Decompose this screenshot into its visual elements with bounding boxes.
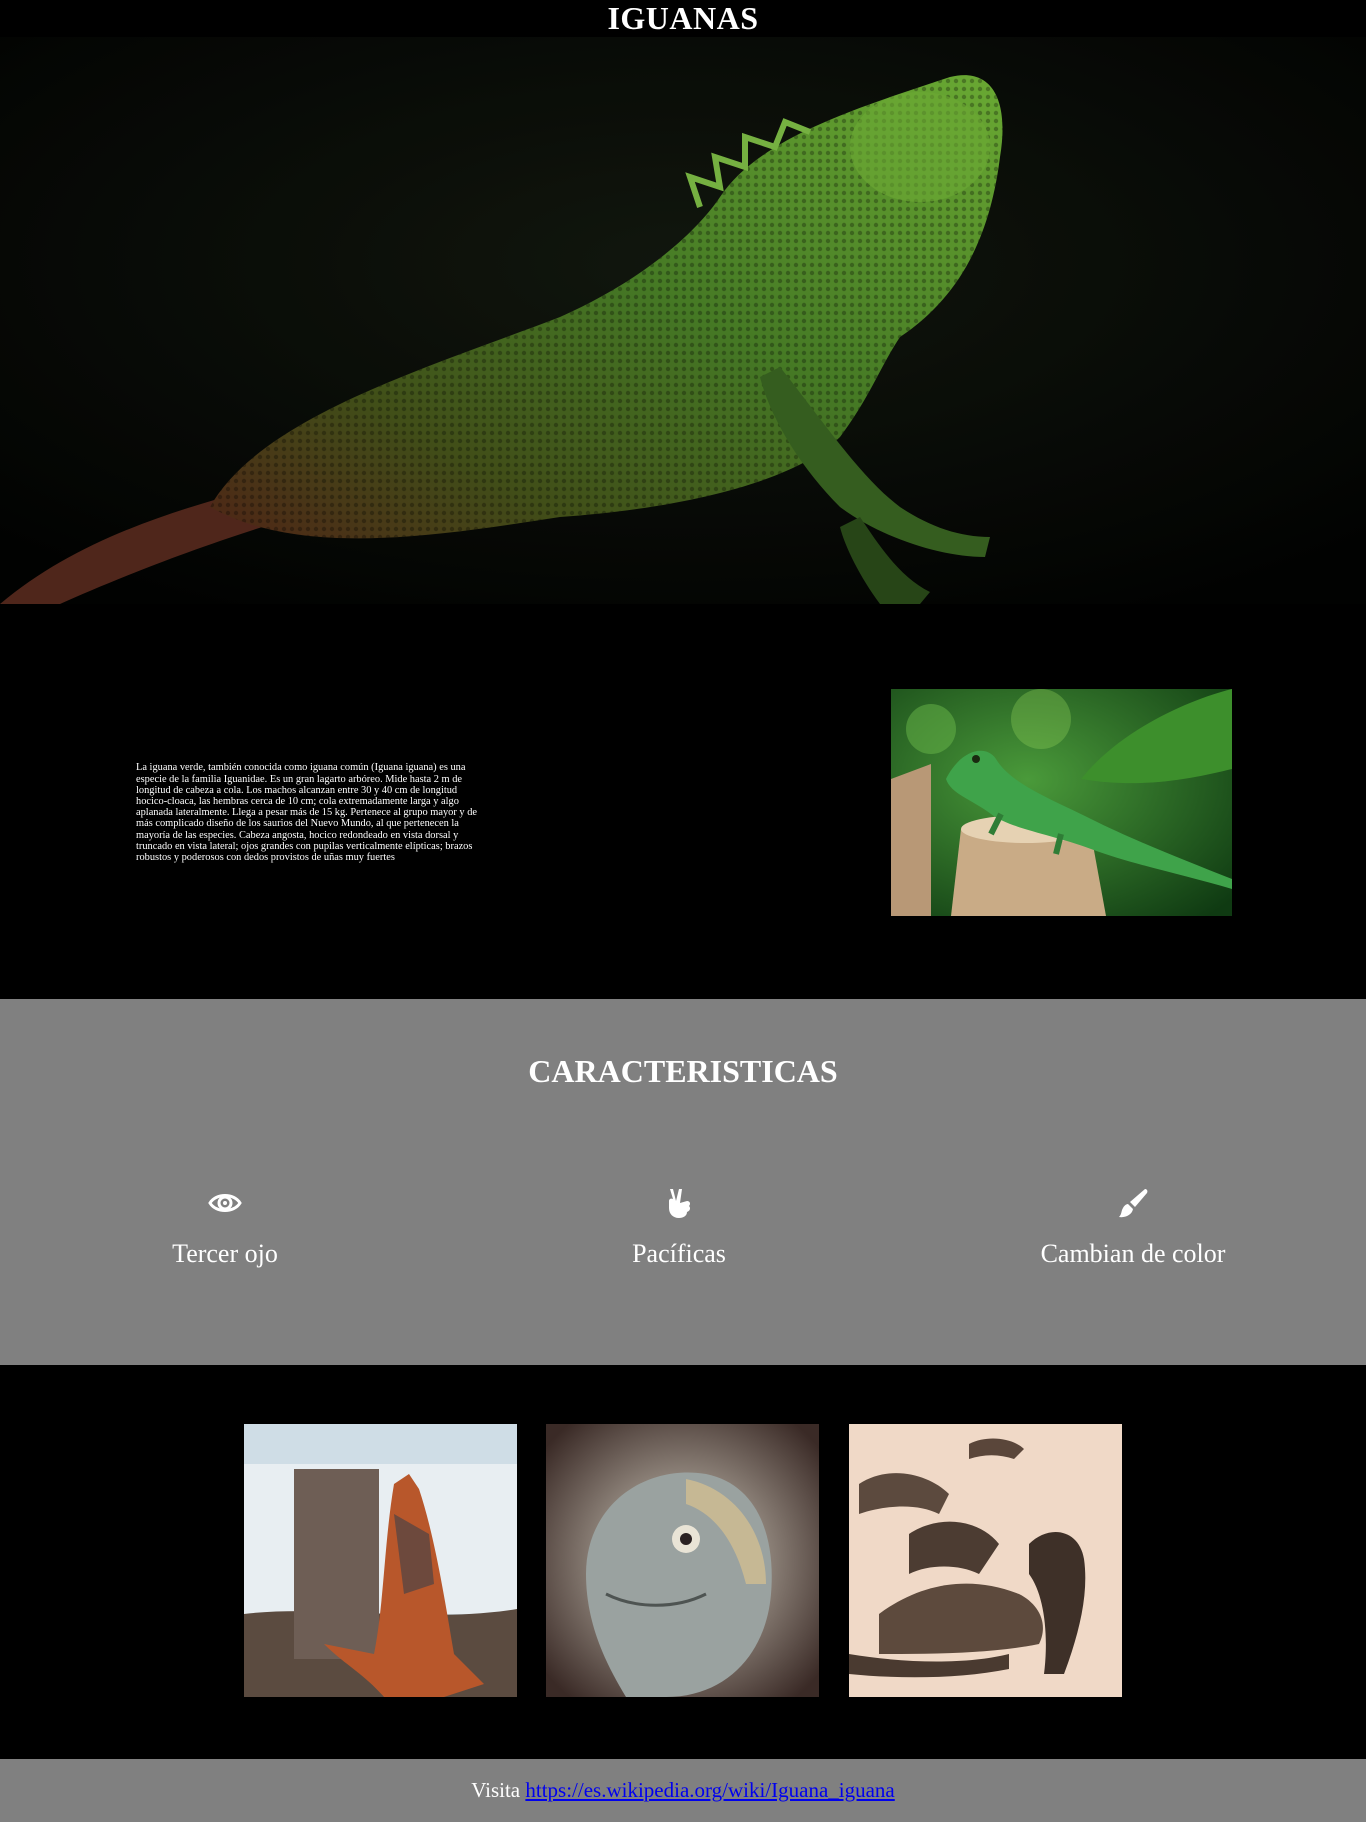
feature-label: Tercer ojo — [172, 1239, 278, 1268]
features-title: CARACTERISTICAS — [528, 1053, 838, 1089]
features-section: CARACTERISTICAS Tercer ojo Pacíficas Cam… — [0, 999, 1366, 1365]
hero-iguana-photo — [0, 37, 1366, 604]
footer-prefix: Visita — [471, 1778, 521, 1802]
gallery-photo-iguana-face — [546, 1424, 819, 1697]
feature-label: Cambian de color — [1040, 1239, 1226, 1268]
feature-third-eye: Tercer ojo — [75, 1183, 375, 1269]
site-footer: Visita https://es.wikipedia.org/wiki/Igu… — [0, 1759, 1366, 1822]
site-header: IGUANAS — [0, 0, 1366, 37]
intro-section: La iguana verde, también conocida como i… — [0, 604, 1366, 999]
paint-brush-icon — [983, 1183, 1283, 1223]
peace-hand-icon — [529, 1183, 829, 1223]
photo-gallery — [0, 1365, 1366, 1759]
hero-banner-image — [0, 37, 1366, 604]
feature-label: Pacíficas — [632, 1239, 726, 1268]
wikipedia-link[interactable]: https://es.wikipedia.org/wiki/Iguana_igu… — [525, 1778, 894, 1802]
feature-peaceful: Pacíficas — [529, 1183, 829, 1269]
page-title: IGUANAS — [607, 0, 759, 36]
gallery-photo-iguana-group — [849, 1424, 1122, 1697]
eye-icon — [75, 1183, 375, 1223]
feature-color-change: Cambian de color — [983, 1183, 1283, 1269]
gallery-photo-iguana-beach — [244, 1424, 517, 1697]
intro-description: La iguana verde, también conocida como i… — [136, 762, 478, 864]
green-iguana-photo — [891, 689, 1232, 916]
